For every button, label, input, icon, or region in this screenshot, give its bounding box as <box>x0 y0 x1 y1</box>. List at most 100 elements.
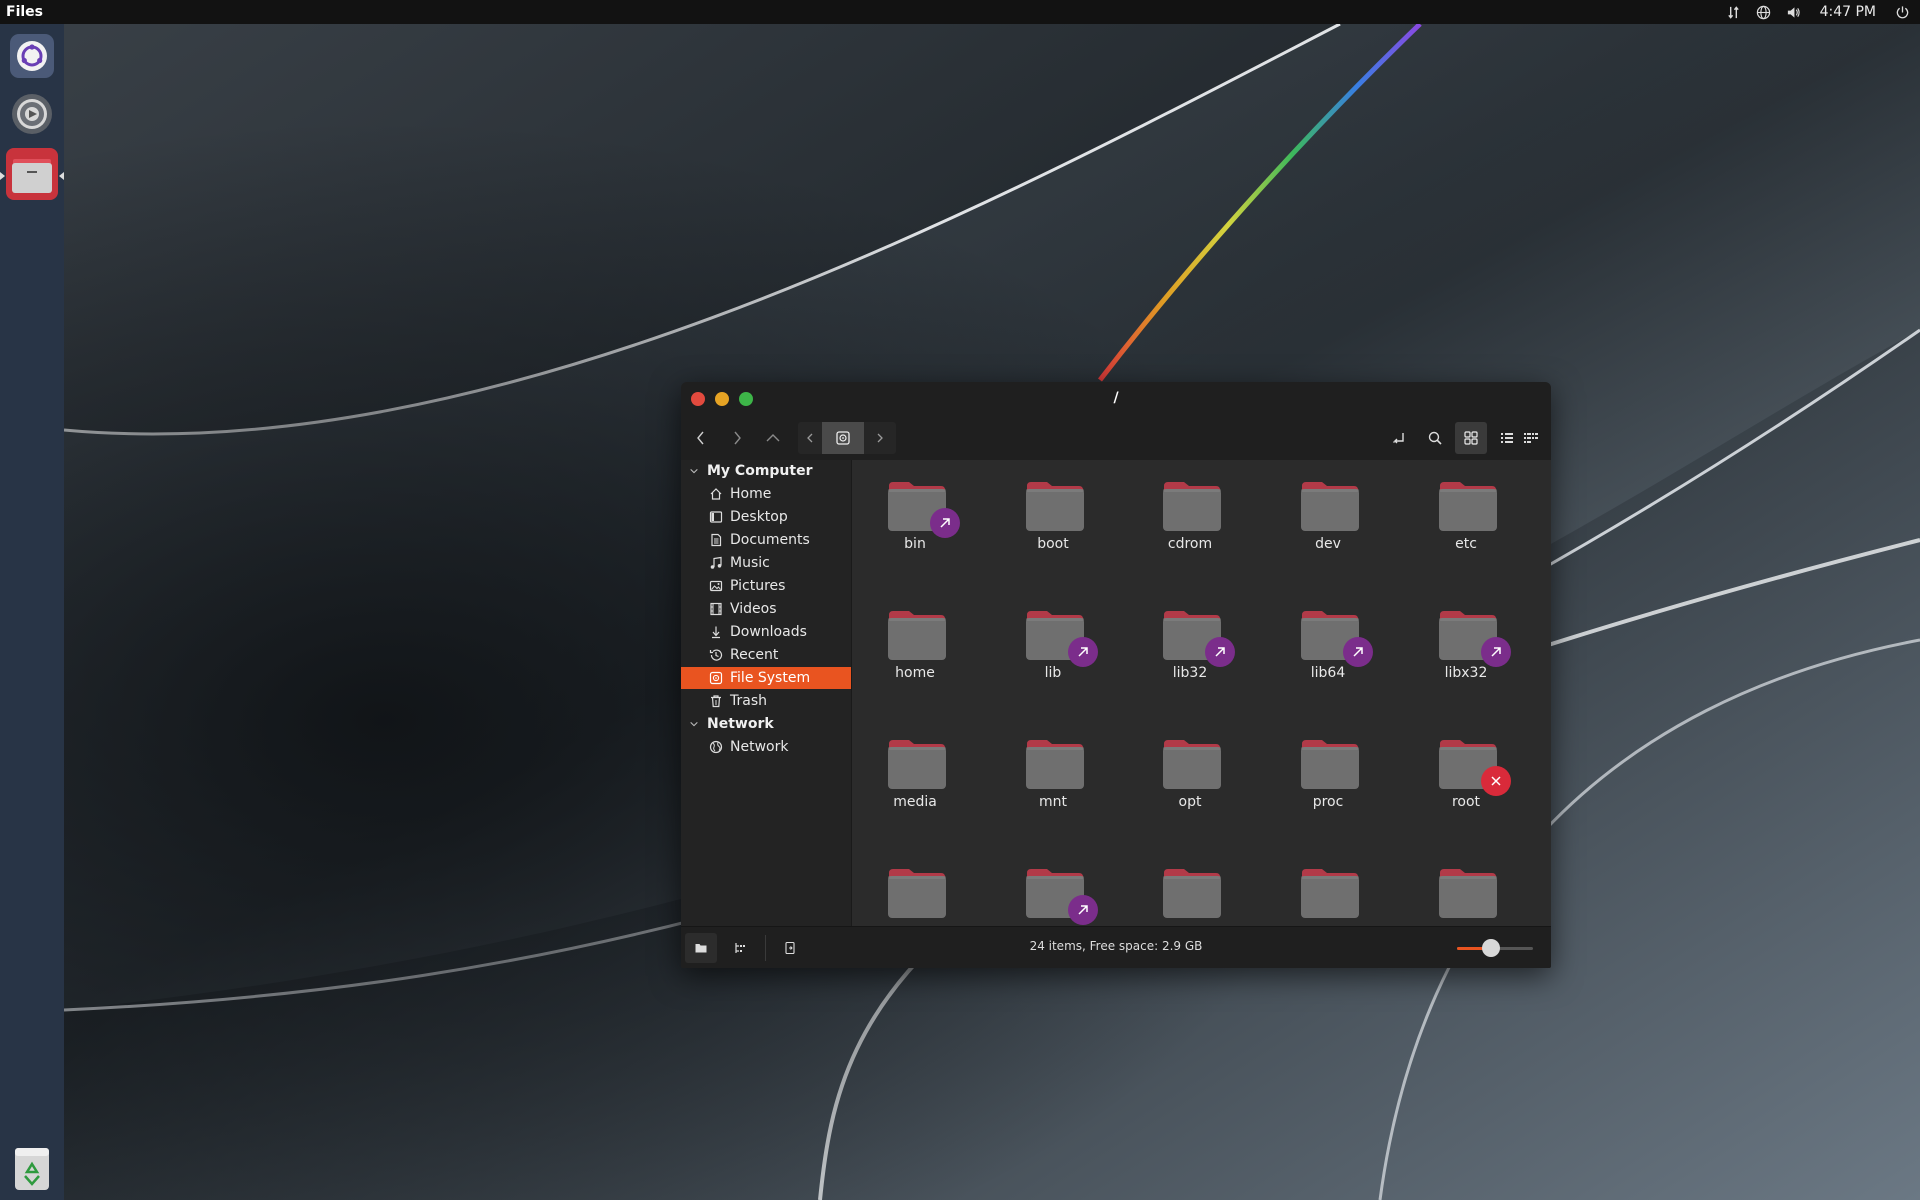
history-icon <box>708 647 724 663</box>
home-icon <box>708 486 724 502</box>
sidebar-section-my-computer[interactable]: My Computer <box>681 460 851 482</box>
clock[interactable]: 4:47 PM <box>1820 4 1876 20</box>
zoom-slider-handle[interactable] <box>1482 939 1501 957</box>
up-button[interactable] <box>757 422 789 454</box>
sidebar-item-pictures[interactable]: Pictures <box>681 575 851 597</box>
sidebar-item-network[interactable]: Network <box>681 736 851 758</box>
download-icon <box>708 624 724 640</box>
file-item[interactable]: lib <box>993 589 1113 699</box>
file-name: etc <box>1455 536 1477 552</box>
power-icon[interactable] <box>1894 4 1910 20</box>
file-item[interactable] <box>1406 847 1526 926</box>
sidebar-item-documents[interactable]: Documents <box>681 529 851 551</box>
file-name: cdrom <box>1167 536 1213 552</box>
sidebar-item-label: Videos <box>730 601 777 617</box>
sidebar-item-label: Music <box>730 555 770 571</box>
folder-icon <box>1301 482 1359 531</box>
recycle-icon[interactable] <box>12 1146 52 1192</box>
compact-view-icon <box>1524 433 1538 443</box>
symlink-arrow-icon <box>1343 637 1373 667</box>
chevron-right-icon <box>734 431 741 445</box>
trash-icon <box>708 693 724 709</box>
sidebar-section-label: My Computer <box>707 463 813 479</box>
breadcrumb-filesystem-root[interactable] <box>822 422 864 454</box>
focused-indicator-icon <box>59 172 64 180</box>
toggle-location-button[interactable] <box>1383 422 1415 454</box>
status-text: 24 items, Free space: 2.9 GB <box>1029 939 1203 953</box>
ubuntu-logo-icon[interactable] <box>6 30 58 82</box>
volume-icon[interactable] <box>1786 4 1802 20</box>
file-item[interactable] <box>1268 847 1388 926</box>
file-item[interactable] <box>855 847 975 926</box>
symlink-arrow-icon <box>1068 895 1098 925</box>
icon-view-button[interactable] <box>1455 422 1487 454</box>
search-button[interactable] <box>1419 422 1451 454</box>
sidebar-section-network[interactable]: Network <box>681 713 851 735</box>
file-item[interactable]: media <box>855 718 975 828</box>
file-item[interactable]: home <box>855 589 975 699</box>
file-item[interactable]: bin <box>855 460 975 570</box>
file-item[interactable]: libx32 <box>1406 589 1526 699</box>
sidebar-item-trash[interactable]: Trash <box>681 690 851 712</box>
file-item[interactable] <box>1130 847 1250 926</box>
folder-icon <box>1026 740 1084 789</box>
location-entry-icon <box>1393 433 1404 444</box>
file-name: lib <box>1044 665 1062 681</box>
file-name: root <box>1451 794 1481 810</box>
file-name: proc <box>1312 794 1344 810</box>
drive-icon <box>708 670 724 686</box>
compact-view-button[interactable] <box>1515 422 1547 454</box>
sidebar-item-home[interactable]: Home <box>681 483 851 505</box>
zoom-slider[interactable] <box>1457 939 1533 957</box>
sidebar-section-label: Network <box>707 716 774 732</box>
files-folder-icon[interactable] <box>6 148 58 200</box>
folder-icon <box>1301 869 1359 918</box>
sidebar-item-downloads[interactable]: Downloads <box>681 621 851 643</box>
file-item[interactable]: opt <box>1130 718 1250 828</box>
settings-gear-icon[interactable] <box>6 88 58 140</box>
forward-button[interactable] <box>721 422 753 454</box>
file-item[interactable]: boot <box>993 460 1113 570</box>
sidebar: My Computer Home Desktop Documents Music… <box>681 460 852 926</box>
sidebar-item-recent[interactable]: Recent <box>681 644 851 666</box>
breadcrumb-right-button[interactable] <box>868 422 892 454</box>
file-name: media <box>893 794 937 810</box>
file-item[interactable]: mnt <box>993 718 1113 828</box>
file-item[interactable]: etc <box>1406 460 1526 570</box>
breadcrumb-left-button[interactable] <box>798 422 822 454</box>
status-bar: 24 items, Free space: 2.9 GB <box>681 926 1551 968</box>
document-icon <box>708 532 724 548</box>
file-item[interactable]: cdrom <box>1130 460 1250 570</box>
symlink-arrow-icon <box>1205 637 1235 667</box>
picture-icon <box>708 578 724 594</box>
sidebar-item-videos[interactable]: Videos <box>681 598 851 620</box>
file-item[interactable]: root <box>1406 718 1526 828</box>
sidebar-item-label: Desktop <box>730 509 788 525</box>
globe-icon[interactable] <box>1756 4 1772 20</box>
symlink-arrow-icon <box>1481 637 1511 667</box>
sidebar-item-music[interactable]: Music <box>681 552 851 574</box>
chevron-down-icon <box>689 466 701 476</box>
sidebar-item-file-system[interactable]: File System <box>681 667 851 689</box>
system-tray: 4:47 PM <box>1726 0 1920 24</box>
folder-icon <box>1163 869 1221 918</box>
network-transfer-icon[interactable] <box>1726 4 1742 20</box>
file-item[interactable]: lib64 <box>1268 589 1388 699</box>
file-name: lib64 <box>1310 665 1346 681</box>
file-name: opt <box>1178 794 1202 810</box>
chevron-down-icon <box>689 719 701 729</box>
back-button[interactable] <box>685 422 717 454</box>
folder-icon <box>1439 869 1497 918</box>
file-item[interactable]: proc <box>1268 718 1388 828</box>
sidebar-item-label: File System <box>730 670 811 686</box>
folder-icon <box>888 869 946 918</box>
file-name: bin <box>904 536 926 552</box>
window-titlebar[interactable]: / <box>681 382 1551 416</box>
file-item[interactable]: lib32 <box>1130 589 1250 699</box>
sidebar-item-label: Network <box>730 739 789 755</box>
file-item[interactable] <box>993 847 1113 926</box>
file-item[interactable]: dev <box>1268 460 1388 570</box>
active-app-name[interactable]: Files <box>6 4 43 20</box>
sidebar-item-desktop[interactable]: Desktop <box>681 506 851 528</box>
file-name: boot <box>1037 536 1069 552</box>
